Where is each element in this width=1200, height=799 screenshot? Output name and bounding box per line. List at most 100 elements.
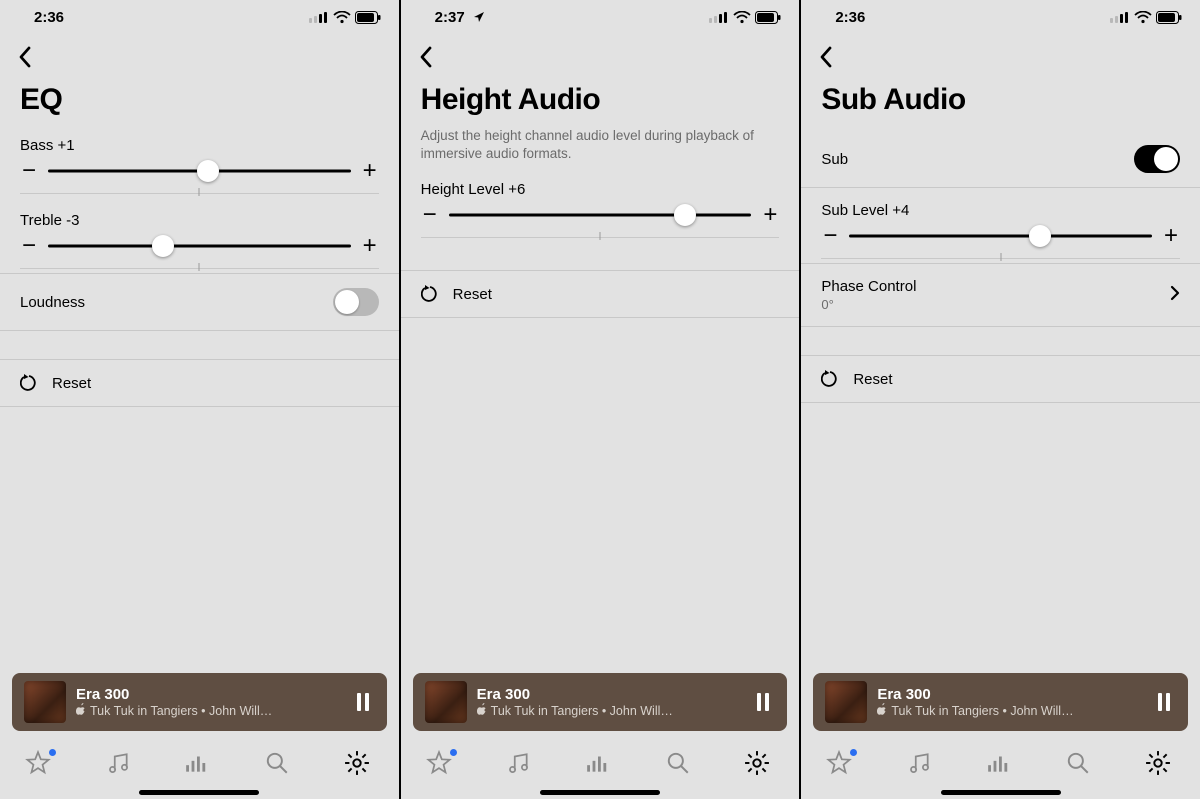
star-icon — [426, 763, 452, 780]
now-playing-bar[interactable]: Era 300 Tuk Tuk in Tangiers • John Will… — [12, 673, 387, 731]
pause-button[interactable] — [351, 687, 375, 717]
slider-minus-button[interactable]: − — [20, 234, 38, 258]
reset-button[interactable]: Reset — [801, 355, 1200, 403]
slider-thumb[interactable] — [1029, 225, 1051, 247]
reset-icon — [421, 285, 439, 303]
back-button[interactable] — [419, 55, 433, 72]
tab-browse[interactable] — [585, 750, 615, 780]
back-button[interactable] — [18, 55, 32, 72]
status-bar: 2:36 — [0, 0, 399, 28]
apple-music-icon — [877, 703, 887, 718]
nav-row-subtitle: 0° — [821, 297, 916, 312]
music-icon — [906, 763, 932, 780]
battery-icon — [755, 11, 781, 24]
tab-favorites[interactable] — [826, 750, 856, 780]
tab-settings[interactable] — [1145, 750, 1175, 780]
gear-icon — [1145, 763, 1171, 780]
slider-minus-button[interactable]: − — [20, 159, 38, 183]
album-art — [24, 681, 66, 723]
slider-section: Height Level +6−+ — [401, 167, 800, 242]
slider-track[interactable] — [48, 231, 351, 261]
slider-row: −+ — [421, 208, 780, 238]
tab-favorites[interactable] — [25, 750, 55, 780]
slider-track[interactable] — [48, 156, 351, 186]
screen-2: 2:36Sub AudioSubSub Level +4−+Phase Cont… — [801, 0, 1200, 799]
slider-track[interactable] — [449, 200, 752, 230]
star-icon — [826, 763, 852, 780]
page-description: Adjust the height channel audio level du… — [401, 123, 800, 167]
wifi-icon — [333, 11, 351, 24]
apple-music-icon — [477, 703, 487, 718]
search-icon — [264, 763, 290, 780]
toggle-switch[interactable] — [1134, 145, 1180, 173]
tab-search[interactable] — [665, 750, 695, 780]
toggle-switch[interactable] — [333, 288, 379, 316]
wifi-icon — [1134, 11, 1152, 24]
tab-search[interactable] — [264, 750, 294, 780]
page-title: Height Audio — [401, 73, 800, 123]
toggle-label: Sub — [821, 151, 848, 168]
page-title: EQ — [0, 73, 399, 123]
slider-section: Sub Level +4 − + — [801, 188, 1200, 263]
slider-minus-button[interactable]: − — [421, 203, 439, 227]
toggle-label: Loudness — [20, 294, 85, 311]
chevron-right-icon — [1170, 285, 1180, 306]
slider-thumb[interactable] — [152, 235, 174, 257]
slider-section: Treble -3−+ — [0, 198, 399, 273]
now-playing-track: Tuk Tuk in Tangiers • John Will… — [76, 703, 341, 718]
slider-plus-button[interactable]: + — [761, 203, 779, 227]
notification-dot — [49, 749, 56, 756]
now-playing-room: Era 300 — [877, 686, 1142, 703]
toggle-row: Loudness — [0, 273, 399, 331]
music-icon — [505, 763, 531, 780]
battery-icon — [1156, 11, 1182, 24]
tab-settings[interactable] — [744, 750, 774, 780]
tab-favorites[interactable] — [426, 750, 456, 780]
bars-icon — [986, 763, 1012, 780]
slider-label: Sub Level +4 — [821, 202, 1180, 219]
slider-label: Bass +1 — [20, 137, 379, 154]
toggle-row: Sub — [801, 131, 1200, 188]
tab-music[interactable] — [906, 750, 936, 780]
status-time: 2:37 — [435, 9, 485, 26]
now-playing-track: Tuk Tuk in Tangiers • John Will… — [877, 703, 1142, 718]
reset-button[interactable]: Reset — [0, 359, 399, 407]
slider-plus-button[interactable]: + — [1162, 224, 1180, 248]
slider-plus-button[interactable]: + — [361, 159, 379, 183]
gear-icon — [744, 763, 770, 780]
nav-row-title: Phase Control — [821, 278, 916, 295]
now-playing-bar[interactable]: Era 300 Tuk Tuk in Tangiers • John Will… — [413, 673, 788, 731]
pause-button[interactable] — [751, 687, 775, 717]
tab-browse[interactable] — [986, 750, 1016, 780]
back-button[interactable] — [819, 55, 833, 72]
album-art — [425, 681, 467, 723]
tab-settings[interactable] — [344, 750, 374, 780]
star-icon — [25, 763, 51, 780]
now-playing-bar[interactable]: Era 300 Tuk Tuk in Tangiers • John Will… — [813, 673, 1188, 731]
status-bar: 2:37 — [401, 0, 800, 28]
now-playing-track: Tuk Tuk in Tangiers • John Will… — [477, 703, 742, 718]
reset-button[interactable]: Reset — [401, 270, 800, 318]
slider-row: −+ — [20, 164, 379, 194]
tab-search[interactable] — [1065, 750, 1095, 780]
bars-icon — [585, 763, 611, 780]
slider-label: Height Level +6 — [421, 181, 780, 198]
screen-1: 2:37 Height AudioAdjust the height channe… — [401, 0, 802, 799]
reset-label: Reset — [52, 375, 91, 392]
tab-music[interactable] — [105, 750, 135, 780]
nav-row[interactable]: Phase Control 0° — [801, 263, 1200, 327]
tab-music[interactable] — [505, 750, 535, 780]
search-icon — [665, 763, 691, 780]
slider-plus-button[interactable]: + — [361, 234, 379, 258]
reset-label: Reset — [453, 286, 492, 303]
slider-thumb[interactable] — [674, 204, 696, 226]
battery-icon — [355, 11, 381, 24]
slider-minus-button[interactable]: − — [821, 224, 839, 248]
wifi-icon — [733, 11, 751, 24]
home-indicator — [941, 790, 1061, 795]
tab-browse[interactable] — [184, 750, 214, 780]
gear-icon — [344, 763, 370, 780]
pause-button[interactable] — [1152, 687, 1176, 717]
slider-track[interactable] — [849, 221, 1152, 251]
slider-thumb[interactable] — [197, 160, 219, 182]
